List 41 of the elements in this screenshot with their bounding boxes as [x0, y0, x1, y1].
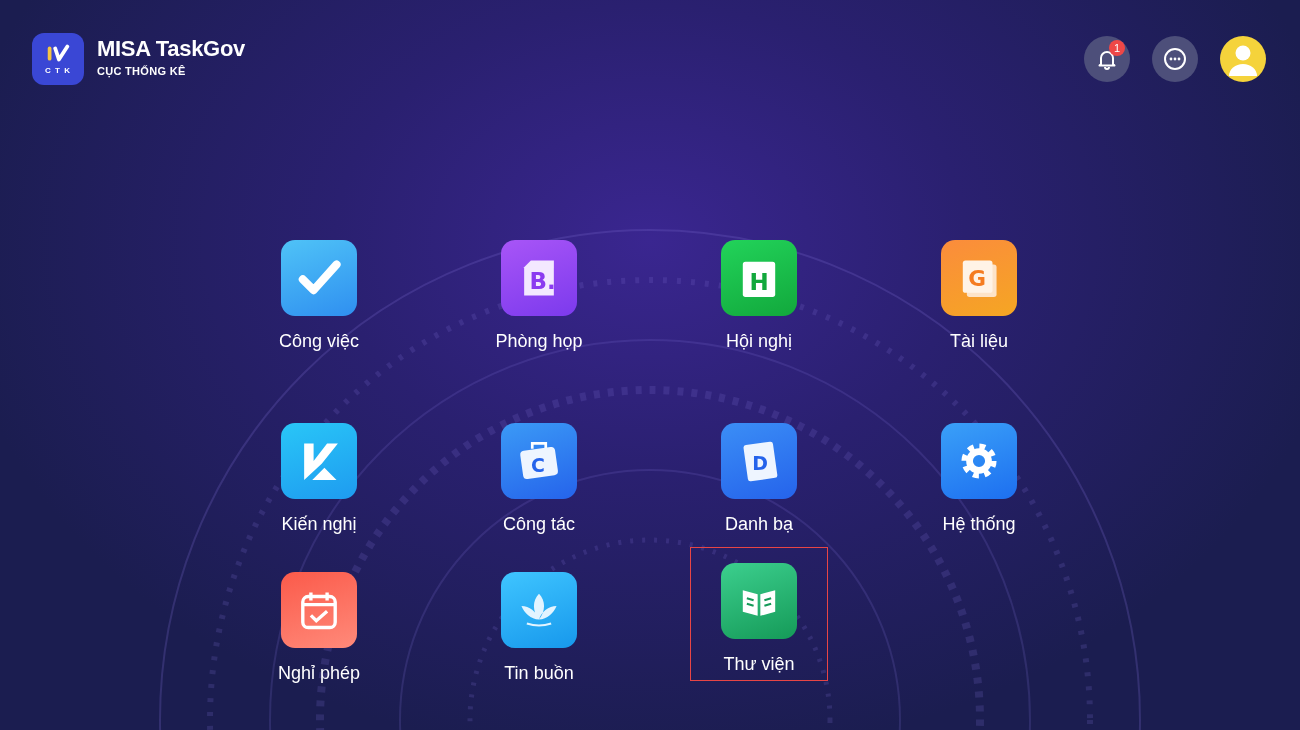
app-label: Hệ thống [942, 514, 1016, 535]
notification-badge: 1 [1109, 40, 1125, 56]
app-tile[interactable]: Nghỉ phép [250, 563, 388, 685]
app-tile[interactable]: Hệ thống [910, 414, 1048, 536]
user-avatar[interactable] [1220, 36, 1266, 82]
app-tile[interactable]: H Hội nghị [690, 231, 828, 353]
app-tile[interactable]: Thư viện [690, 547, 828, 681]
app-tile[interactable]: B. Phòng họp [470, 231, 608, 353]
app-label: Tin buồn [504, 663, 574, 684]
app-icon [721, 563, 797, 639]
notifications-button[interactable]: 1 [1084, 36, 1130, 82]
logo-text: C T K [45, 65, 71, 75]
app-tile[interactable]: D Danh bạ [690, 414, 828, 536]
app-tile[interactable]: C Công tác [470, 414, 608, 536]
app-icon: G [941, 240, 1017, 316]
app-icon [281, 572, 357, 648]
app-tile[interactable]: Tin buồn [470, 563, 608, 685]
app-label: Hội nghị [725, 331, 792, 352]
app-subtitle: CỤC THỐNG KÊ [97, 64, 187, 77]
app-tile[interactable]: Kiến nghị [250, 414, 388, 536]
app-icon [501, 572, 577, 648]
app-icon [281, 423, 357, 499]
app-label: Kiến nghị [281, 514, 357, 535]
more-icon [1163, 47, 1187, 71]
app-icon [281, 240, 357, 316]
app-label: Công việc [278, 331, 359, 352]
app-label: Nghỉ phép [277, 663, 361, 684]
app-tile[interactable]: G Tài liệu [910, 231, 1048, 353]
app-icon: C [501, 423, 577, 499]
app-label: Công tác [502, 514, 575, 535]
app-icon: H [721, 240, 797, 316]
app-icon: D [721, 423, 797, 499]
app-tile[interactable]: Công việc [250, 231, 388, 353]
app-title: MISA TaskGov [97, 35, 245, 62]
app-label: Phòng họp [495, 331, 583, 352]
app-icon [941, 423, 1017, 499]
app-label: Tài liệu [950, 331, 1008, 352]
app-label: Danh bạ [724, 514, 794, 535]
more-button[interactable] [1152, 36, 1198, 82]
app-label: Thư viện [723, 654, 795, 675]
app-icon: B. [501, 240, 577, 316]
